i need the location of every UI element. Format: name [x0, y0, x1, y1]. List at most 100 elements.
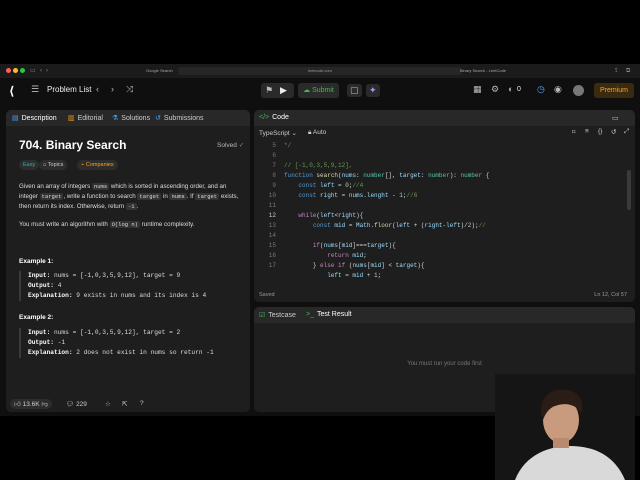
star-icon[interactable]: ☆: [105, 400, 111, 408]
language-select[interactable]: TypeScript ⌄: [259, 129, 297, 137]
example-1-label: Example 1:: [19, 258, 54, 265]
code-header: </> Code ▭: [254, 110, 635, 126]
problem-list-link[interactable]: Problem List: [47, 85, 91, 94]
next-problem-icon[interactable]: ›: [111, 84, 114, 94]
tab-test-result[interactable]: >_ Test Result: [306, 311, 352, 318]
companies-chip[interactable]: ⌁ Companies: [77, 160, 118, 170]
webcam-overlay: [495, 374, 635, 480]
back-icon[interactable]: ‹: [40, 67, 42, 75]
debug-icon[interactable]: ⚑: [265, 85, 273, 96]
tabs-overview-icon[interactable]: ⧉: [626, 67, 630, 75]
comments-button[interactable]: 💬︎ 229: [66, 400, 87, 408]
bookmark-icon[interactable]: ⌑: [572, 128, 575, 136]
code-line: // [-1,0,3,5,9,12],: [284, 162, 353, 169]
code-line: */: [284, 142, 292, 149]
streak-icon[interactable]: ◐: [508, 84, 513, 94]
submit-label: Submit: [312, 87, 334, 94]
top-nav: ⟨ ☰ Problem List ‹ › ⤨ ⚑ ▶ ☁ Submit ▢ ✦ …: [0, 78, 640, 103]
tab-code[interactable]: </> Code: [259, 114, 289, 121]
problem-list-icon: ☰: [31, 84, 40, 94]
code-line: left = mid + 1;: [284, 272, 382, 279]
thumbs-up-icon: 👍︎: [14, 401, 23, 408]
submit-button[interactable]: ☁ Submit: [298, 83, 339, 98]
like-button[interactable]: 👍︎ 13.6K 👎︎: [10, 399, 53, 409]
prev-problem-icon[interactable]: ‹: [96, 84, 99, 94]
browser-tab-google[interactable]: Google Search: [146, 67, 173, 75]
cursor-position: Ln 12, Col 57: [594, 292, 627, 298]
tab-editorial[interactable]: ▥ Editorial: [68, 114, 103, 122]
description-panel: ▤ Description ▥ Editorial ⚗ Solutions ↺ Subm…: [6, 110, 250, 412]
code-line: const left = 0;//4: [298, 182, 364, 189]
code-line: function search(nums: number[], target: …: [284, 172, 490, 179]
timer-icon[interactable]: ◷: [537, 84, 545, 95]
expand-icon[interactable]: {}: [598, 128, 602, 135]
editor-scrollbar[interactable]: [627, 170, 631, 210]
tab-testcase[interactable]: ☑ Testcase: [259, 311, 296, 319]
description-footer: 👍︎ 13.6K 👎︎ 💬︎ 229 ☆ ⇱ ?: [6, 398, 250, 412]
premium-button[interactable]: Premium: [594, 83, 634, 98]
format-icon[interactable]: ≡: [585, 128, 589, 135]
solved-status: Solved ✓: [217, 142, 245, 149]
flask-icon: ⚗: [112, 115, 119, 122]
document-icon: ▤: [12, 115, 19, 122]
browser-tab-leetcode[interactable]: Binary Search - LeetCode: [460, 67, 506, 75]
auto-toggle[interactable]: 🔒︎ Auto: [308, 129, 326, 137]
example-2-label: Example 2:: [19, 314, 54, 321]
comment-icon: 💬︎: [66, 401, 77, 408]
test-result-message: You must run your code first: [407, 361, 482, 367]
forward-icon[interactable]: ›: [46, 67, 48, 75]
fullscreen-icon[interactable]: ⤢: [624, 128, 629, 136]
code-editor[interactable]: 5 6 7 8 9 10 11 12 13 14 15 16 17 */ // …: [254, 142, 635, 279]
notes-icon[interactable]: ▢: [347, 84, 362, 97]
cloud-upload-icon: ☁: [303, 87, 313, 94]
checkbox-icon: ☑: [259, 312, 266, 319]
book-icon: ▥: [68, 115, 75, 122]
reset-icon[interactable]: ↺: [611, 128, 616, 136]
layout-icon[interactable]: ▦: [473, 84, 482, 95]
code-line: const mid = Math.floor(left + (right-lef…: [312, 222, 486, 229]
webcam-person-image: [495, 374, 635, 480]
problem-statement: Given an array of integers nums which is…: [19, 183, 239, 210]
share-icon[interactable]: ⇪: [614, 67, 619, 75]
notifications-icon[interactable]: ◉: [554, 84, 562, 95]
tab-solutions[interactable]: ⚗ Solutions: [112, 114, 150, 122]
check-circle-icon: ✓: [238, 142, 245, 149]
example-2-box: Input: nums = [-1,0,3,5,9,12], target = …: [19, 328, 250, 358]
code-line: if(nums[mid]===target){: [312, 242, 396, 249]
address-bar[interactable]: leetcode.com: [178, 67, 462, 75]
code-line: while(left<right){: [298, 212, 364, 219]
streak-count: 0: [517, 86, 521, 93]
shuffle-icon[interactable]: ⤨: [126, 84, 133, 95]
ai-assist-icon[interactable]: ✦: [366, 84, 380, 97]
code-line: const right = nums.lenght - 1;//6: [298, 192, 418, 199]
example-1-box: Input: nums = [-1,0,3,5,9,12], target = …: [19, 271, 250, 301]
zoom-window-dot[interactable]: [20, 68, 25, 73]
test-tabs: ☑ Testcase >_ Test Result: [254, 307, 635, 323]
code-panel: </> Code ▭ TypeScript ⌄ 🔒︎ Auto ⌑ ≡ {} ↺ …: [254, 110, 635, 302]
tab-description[interactable]: ▤ Description: [12, 114, 57, 122]
help-icon[interactable]: ?: [140, 400, 144, 407]
minimize-window-dot[interactable]: [13, 68, 18, 73]
run-button[interactable]: ▶: [280, 85, 287, 96]
problem-title: 704. Binary Search: [19, 138, 127, 152]
share-link-icon[interactable]: ⇱: [122, 400, 127, 408]
terminal-icon: >_: [306, 311, 314, 318]
user-avatar[interactable]: [573, 85, 584, 96]
run-controls: ⚑ ▶: [261, 83, 294, 98]
maximize-icon[interactable]: ▭: [612, 114, 619, 122]
history-icon: ↺: [155, 115, 161, 122]
sidebar-icon[interactable]: ▭: [30, 67, 36, 75]
description-tabs: ▤ Description ▥ Editorial ⚗ Solutions ↺ Subm…: [6, 110, 250, 126]
topics-chip[interactable]: ⌂ Topics: [39, 160, 68, 170]
save-status: Saved: [259, 292, 275, 298]
browser-chrome: ▭ ‹ › Google Search leetcode.com Binary …: [0, 64, 640, 79]
leetcode-logo-icon[interactable]: ⟨: [9, 84, 14, 98]
close-window-dot[interactable]: [6, 68, 11, 73]
difficulty-badge: Easy: [19, 160, 40, 170]
tab-submissions[interactable]: ↺ Submissions: [155, 114, 204, 122]
code-line: return mid;: [327, 252, 367, 259]
thumbs-down-icon[interactable]: 👎︎: [41, 401, 48, 408]
app-window: ▭ ‹ › Google Search leetcode.com Binary …: [0, 64, 640, 480]
settings-icon[interactable]: ⚙: [491, 84, 499, 95]
complexity-note: You must write an algorithm with O(log n…: [19, 221, 195, 228]
